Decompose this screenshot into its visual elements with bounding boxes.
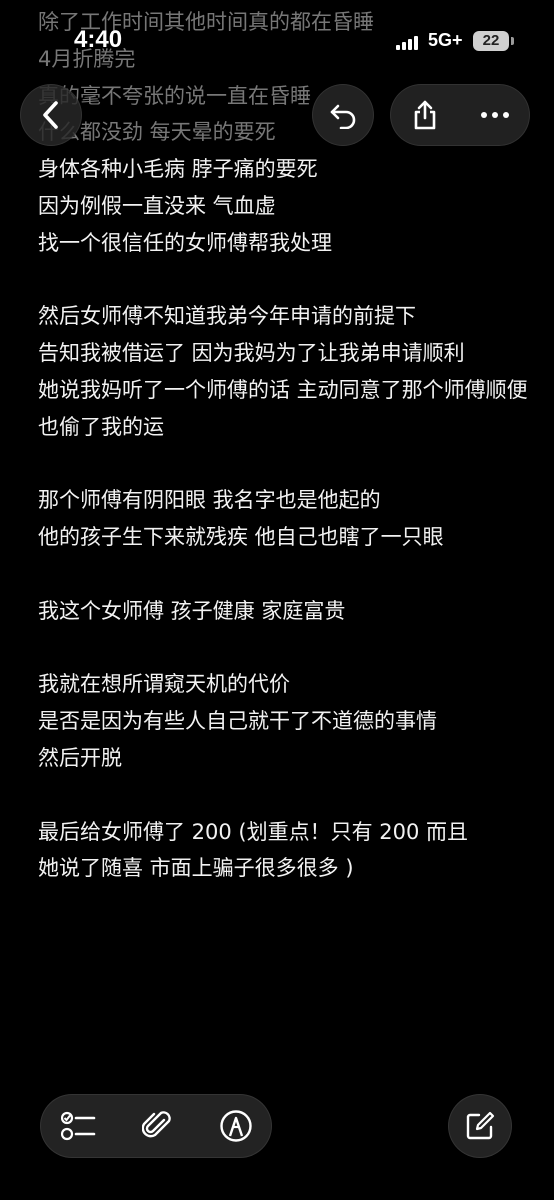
note-blank-line <box>38 262 528 299</box>
note-line: 除了工作时间其他时间真的都在昏睡 <box>38 10 374 34</box>
chevron-left-icon <box>43 101 58 129</box>
checklist-icon <box>61 1111 96 1141</box>
note-line: 他的孩子生下来就残疾 他自己也瞎了一只眼 <box>38 525 444 550</box>
note-line: 最后给女师傅了 200 (划重点！只有 200 而且 <box>38 819 469 844</box>
bottom-toolbar <box>40 1094 272 1158</box>
note-line: 告知我被借运了 因为我妈为了让我弟申请顺利 <box>38 341 465 366</box>
undo-button[interactable] <box>312 84 374 146</box>
share-button[interactable] <box>390 84 460 146</box>
note-blank-line <box>38 556 528 593</box>
paperclip-icon <box>142 1111 171 1138</box>
note-line: 找一个很信任的女师傅帮我处理 <box>38 230 332 255</box>
note-blank-line <box>38 630 528 667</box>
compose-button[interactable] <box>448 1094 512 1158</box>
note-line: 她说我妈听了一个师傅的话 主动同意了那个师傅顺便也偷了我的运 <box>38 377 528 439</box>
note-line: 身体各种小毛病 脖子痛的要死 <box>38 157 318 182</box>
pen-markup-icon <box>220 1110 252 1142</box>
note-blank-line <box>38 446 528 483</box>
more-button[interactable] <box>460 84 530 146</box>
note-line: 那个师傅有阴阳眼 我名字也是他起的 <box>38 488 381 513</box>
share-icon <box>414 100 436 130</box>
note-line: 4月折腾完 <box>38 46 136 71</box>
markup-button[interactable] <box>205 1094 267 1158</box>
note-line: 然后开脱 <box>38 745 122 770</box>
note-line: 因为例假一直没来 气血虚 <box>38 193 276 218</box>
undo-icon <box>330 104 356 129</box>
note-line: 她说了随喜 市面上骗子很多很多 ) <box>38 856 354 881</box>
actions-pill <box>390 84 530 146</box>
back-button[interactable] <box>20 84 82 146</box>
attachment-button[interactable] <box>126 1094 188 1158</box>
note-line: 我就在想所谓窥天机的代价 <box>38 672 290 697</box>
checklist-button[interactable] <box>48 1094 110 1158</box>
compose-icon <box>466 1111 495 1140</box>
more-icon <box>481 112 509 118</box>
note-line: 是否是因为有些人自己就干了不道德的事情 <box>38 709 437 734</box>
note-line: 我这个女师傅 孩子健康 家庭富贵 <box>38 598 346 623</box>
note-line: 然后女师傅不知道我弟今年申请的前提下 <box>38 304 416 329</box>
note-blank-line <box>38 777 528 814</box>
